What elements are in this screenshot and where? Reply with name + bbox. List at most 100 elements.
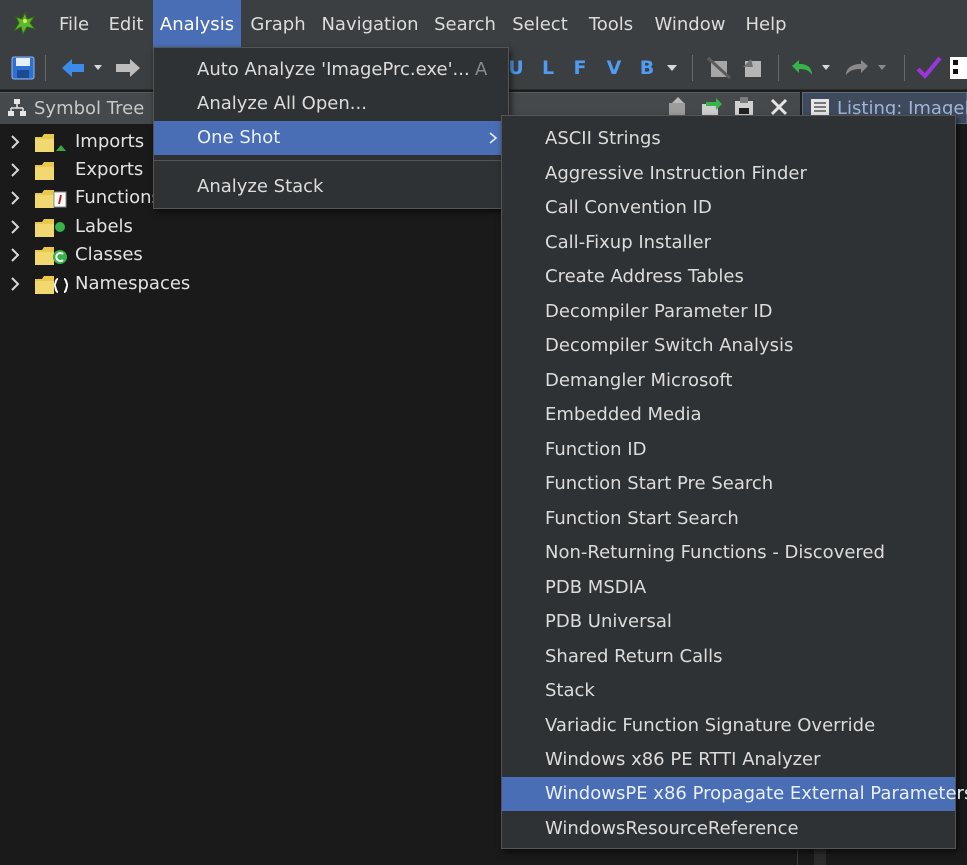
menu-item-ascii-strings[interactable]: ASCII Strings [502,122,955,156]
menu-item-windows-resource-reference[interactable]: WindowsResourceReference [502,812,955,846]
one-shot-submenu: ASCII Strings Aggressive Instruction Fin… [501,115,967,849]
save-button[interactable] [9,53,37,83]
menu-item-call-convention-id[interactable]: Call Convention ID [502,191,955,225]
menu-item-stack[interactable]: Stack [502,674,955,708]
tree-item-label: Functions [75,187,161,208]
forward-button[interactable] [112,53,152,83]
menu-item-windowspe-x86-propagate-external-parameters[interactable]: WindowsPE x86 Propagate External Paramet… [502,777,967,811]
menu-item-aggressive-instruction-finder[interactable]: Aggressive Instruction Finder [502,157,955,191]
menu-item-call-fixup-installer[interactable]: Call-Fixup Installer [502,226,955,260]
menu-separator [154,160,508,161]
menu-item-demangler-microsoft[interactable]: Demangler Microsoft [502,364,955,398]
chevron-right-icon[interactable] [8,188,22,208]
classes-folder-icon [35,247,67,265]
chevron-right-icon[interactable] [8,132,22,152]
menu-edit[interactable]: Edit [104,0,148,47]
menu-item-label: Analyze Stack [197,176,324,197]
menu-item-embedded-media[interactable]: Embedded Media [502,398,955,432]
back-arrow-icon [62,59,102,77]
menu-item-function-start-pre-search[interactable]: Function Start Pre Search [502,467,955,501]
back-button[interactable] [58,53,108,83]
menu-item-one-shot[interactable]: One Shot [154,121,508,155]
menu-item-label: Create Address Tables [545,266,744,287]
menu-item-pdb-msdia[interactable]: PDB MSDIA [502,571,955,605]
menu-navigation[interactable]: Navigation [320,0,420,47]
menu-item-label: Decompiler Switch Analysis [545,335,794,356]
redo-button[interactable] [840,53,890,83]
toolbar-f-label: F [573,57,587,79]
menu-item-label: Non-Returning Functions - Discovered [545,542,885,563]
tree-item-label: Exports [75,159,144,180]
menu-item-decompiler-parameter-id[interactable]: Decompiler Parameter ID [502,295,955,329]
menu-item-pdb-universal[interactable]: PDB Universal [502,605,955,639]
menu-item-analyze-stack[interactable]: Analyze Stack [154,170,508,204]
menu-item-create-address-tables[interactable]: Create Address Tables [502,260,955,294]
menu-item-windows-x86-pe-rtti-analyzer[interactable]: Windows x86 PE RTTI Analyzer [502,743,955,777]
toolbar-b-button[interactable]: B [634,53,660,83]
menu-item-label: Demangler Microsoft [545,370,733,391]
menu-item-label: Shared Return Calls [545,646,723,667]
redo-icon [846,60,886,75]
menu-graph[interactable]: Graph [248,0,308,47]
toolbar-separator [692,55,693,81]
bytes-view-button[interactable] [948,53,967,83]
checkmark-icon [916,56,942,79]
disassemble-button[interactable] [738,53,768,83]
toolbar-l-button[interactable]: L [535,53,561,83]
menu-item-label: ASCII Strings [545,128,661,149]
undo-icon [792,60,830,75]
menu-item-non-returning-functions-discovered[interactable]: Non-Returning Functions - Discovered [502,536,955,570]
functions-folder-icon [35,190,67,208]
save-icon [11,56,35,80]
toolbar-separator [904,55,905,81]
menu-item-label: WindowsResourceReference [545,818,799,839]
chevron-right-icon[interactable] [8,245,22,265]
toolbar-f-button[interactable]: F [567,53,593,83]
tree-item-namespaces[interactable]: Namespaces [0,271,300,299]
menu-item-label: Function Start Search [545,508,739,529]
menu-tools[interactable]: Tools [583,0,639,47]
toolbar-dropdown-button[interactable] [662,53,682,83]
check-button[interactable] [914,53,944,83]
menu-item-shared-return-calls[interactable]: Shared Return Calls [502,640,955,674]
tree-item-label: Labels [75,216,133,237]
menu-item-function-start-search[interactable]: Function Start Search [502,502,955,536]
toolbar-l-label: L [541,57,555,79]
menu-item-function-id[interactable]: Function ID [502,433,955,467]
toolbar-v-label: V [606,57,622,79]
menu-search[interactable]: Search [432,0,498,47]
menu-item-analyze-all-open[interactable]: Analyze All Open... [154,87,508,121]
menu-item-label: Aggressive Instruction Finder [545,163,807,184]
tree-item-classes[interactable]: Classes [0,242,300,270]
toolbar-separator [778,55,779,81]
tree-item-label: Namespaces [75,273,191,294]
toolbar-u-label: U [508,57,524,79]
chevron-right-icon[interactable] [8,274,22,294]
menu-select[interactable]: Select [510,0,570,47]
forward-arrow-icon [116,59,140,77]
tree-item-labels[interactable]: Labels [0,214,300,242]
menu-item-label: WindowsPE x86 Propagate External Paramet… [545,783,967,804]
menu-item-label: Function Start Pre Search [545,473,774,494]
menu-item-label: Analyze All Open... [197,93,367,114]
toolbar-v-button[interactable]: V [601,53,627,83]
undo-button[interactable] [788,53,834,83]
menu-item-decompiler-switch-analysis[interactable]: Decompiler Switch Analysis [502,329,955,363]
menu-item-variadic-function-signature-override[interactable]: Variadic Function Signature Override [502,709,955,743]
menu-item-auto-analyze[interactable]: Auto Analyze 'ImagePrc.exe'... A [154,53,508,87]
clear-code-button[interactable] [704,53,734,83]
menu-item-label: Call Convention ID [545,197,712,218]
menu-item-label: PDB Universal [545,611,672,632]
menu-analysis[interactable]: Analysis [153,0,241,47]
chevron-right-icon[interactable] [8,160,22,180]
menu-window[interactable]: Window [650,0,730,47]
chevron-right-icon[interactable] [8,217,22,237]
menu-item-label: Windows x86 PE RTTI Analyzer [545,749,821,770]
menu-item-label: Variadic Function Signature Override [545,715,876,736]
menu-item-label: Embedded Media [545,404,702,425]
menu-item-label: PDB MSDIA [545,577,647,598]
menu-file[interactable]: File [52,0,96,47]
menu-item-label: Auto Analyze 'ImagePrc.exe'... [197,59,470,80]
menu-help[interactable]: Help [740,0,792,47]
disassemble-icon [743,59,761,77]
